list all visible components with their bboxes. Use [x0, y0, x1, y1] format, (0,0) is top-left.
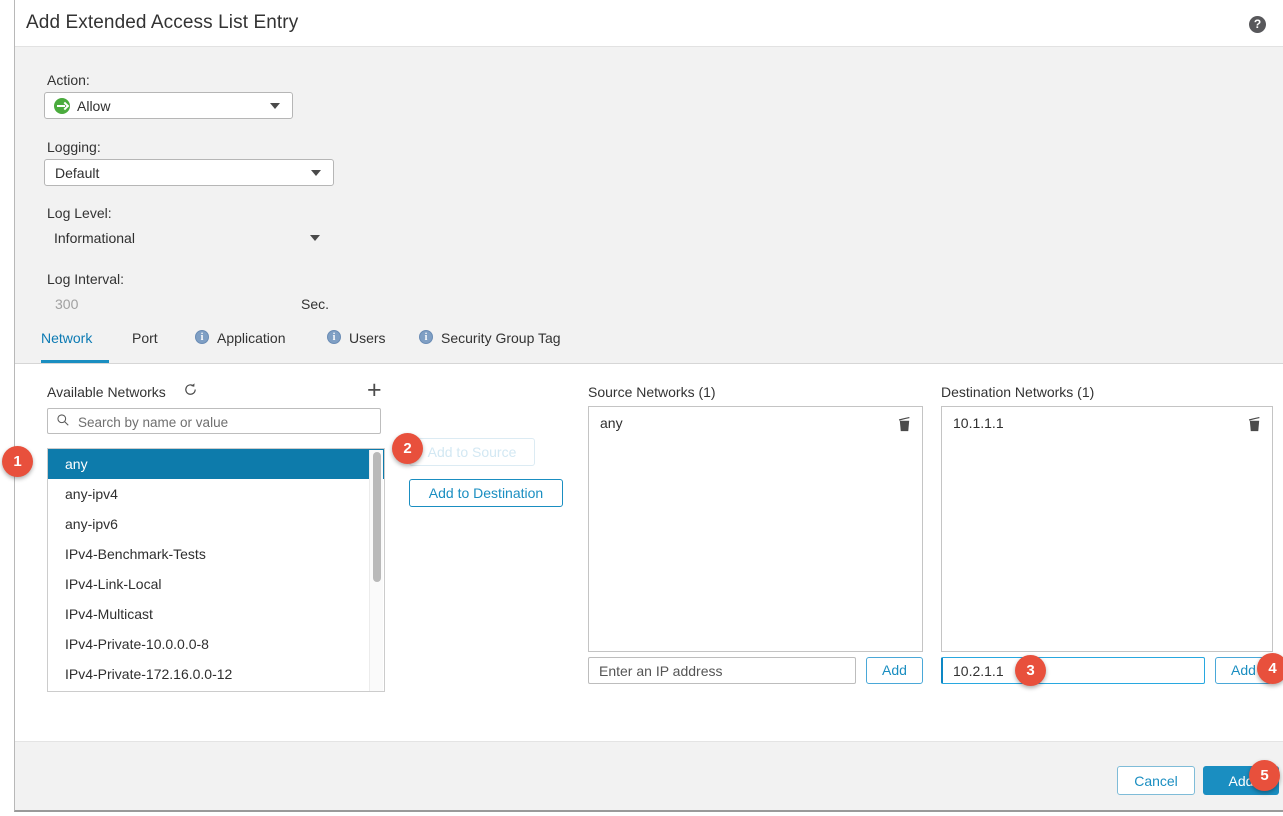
tab-network[interactable]: Network — [41, 330, 92, 346]
chevron-down-icon — [310, 235, 320, 241]
add-to-destination-button[interactable]: Add to Destination — [409, 479, 563, 507]
info-icon[interactable]: i — [327, 330, 341, 344]
list-item[interactable]: any-ipv4 — [48, 479, 384, 509]
action-label: Action: — [47, 72, 90, 88]
log-interval-unit: Sec. — [301, 296, 330, 312]
list-item[interactable]: IPv4-Private-172.16.0.0-12 — [48, 659, 384, 689]
page-title: Add Extended Access List Entry — [26, 12, 299, 33]
list-scrollbar[interactable] — [369, 450, 383, 691]
list-item[interactable]: IPv4-Link-Local — [48, 569, 384, 599]
destination-networks-panel[interactable]: 10.1.1.1 — [941, 406, 1273, 652]
list-item[interactable]: IPv4-Benchmark-Tests — [48, 539, 384, 569]
tab-application[interactable]: Application — [217, 330, 286, 346]
logging-select[interactable]: Default — [44, 159, 334, 186]
list-item[interactable]: IPv4-Private-10.0.0.0-8 — [48, 629, 384, 659]
source-networks-panel[interactable]: any — [588, 406, 923, 652]
trash-icon[interactable] — [897, 416, 912, 436]
source-add-button[interactable]: Add — [866, 657, 923, 684]
add-extended-access-list-entry-dialog: Add Extended Access List Entry ? Action:… — [2, 0, 1283, 812]
destination-networks-title: Destination Networks (1) — [941, 384, 1095, 400]
list-item[interactable]: any — [48, 449, 384, 479]
log-interval-value[interactable]: 300 — [55, 296, 78, 312]
list-item[interactable]: IPv4-Multicast — [48, 599, 384, 629]
search-icon — [56, 413, 70, 430]
action-select-value: Allow — [77, 98, 111, 114]
log-level-select[interactable]: Informational — [44, 227, 334, 251]
plus-icon[interactable]: + — [367, 376, 382, 405]
info-icon[interactable]: i — [419, 330, 433, 344]
destination-ip-input[interactable] — [941, 657, 1205, 684]
callout-marker-5: 5 — [1249, 760, 1280, 791]
log-level-label: Log Level: — [47, 205, 112, 221]
logging-label: Logging: — [47, 139, 101, 155]
log-level-select-value: Informational — [54, 230, 135, 246]
tab-security-group-tag[interactable]: Security Group Tag — [441, 330, 561, 346]
entry-form: Action: Allow Logging: Default Log Level… — [15, 47, 1283, 318]
tab-active-underline — [41, 360, 109, 363]
list-scrollbar-thumb[interactable] — [373, 452, 381, 582]
callout-marker-3: 3 — [1015, 655, 1046, 686]
tab-port[interactable]: Port — [132, 330, 158, 346]
source-network-entry: any — [600, 415, 623, 431]
dialog-header: Add Extended Access List Entry ? — [15, 0, 1283, 47]
callout-marker-2: 2 — [392, 433, 423, 464]
info-icon[interactable]: i — [195, 330, 209, 344]
tab-users[interactable]: Users — [349, 330, 386, 346]
list-item[interactable]: any-ipv6 — [48, 509, 384, 539]
action-select[interactable]: Allow — [44, 92, 293, 119]
logging-select-value: Default — [55, 165, 100, 181]
search-input[interactable] — [76, 409, 380, 435]
callout-marker-1: 1 — [2, 446, 33, 477]
add-to-source-button[interactable]: Add to Source — [409, 438, 535, 466]
destination-network-entry: 10.1.1.1 — [953, 415, 1004, 431]
available-networks-title: Available Networks — [47, 384, 166, 400]
trash-icon[interactable] — [1247, 416, 1262, 436]
help-icon[interactable]: ? — [1249, 16, 1266, 33]
available-networks-list[interactable]: any any-ipv4 any-ipv6 IPv4-Benchmark-Tes… — [47, 448, 385, 692]
cancel-button[interactable]: Cancel — [1117, 766, 1195, 795]
source-networks-title: Source Networks (1) — [588, 384, 716, 400]
allow-arrow-icon — [54, 98, 70, 114]
dialog-footer: Cancel Add — [15, 741, 1283, 810]
search-box[interactable] — [47, 408, 381, 435]
chevron-down-icon — [311, 170, 321, 176]
tab-bar: Network Port i Application i Users i Sec… — [15, 318, 1283, 364]
source-ip-input[interactable] — [588, 657, 856, 684]
callout-marker-4: 4 — [1257, 653, 1283, 684]
refresh-icon[interactable] — [183, 382, 198, 400]
log-interval-label: Log Interval: — [47, 271, 125, 287]
chevron-down-icon — [270, 103, 280, 109]
